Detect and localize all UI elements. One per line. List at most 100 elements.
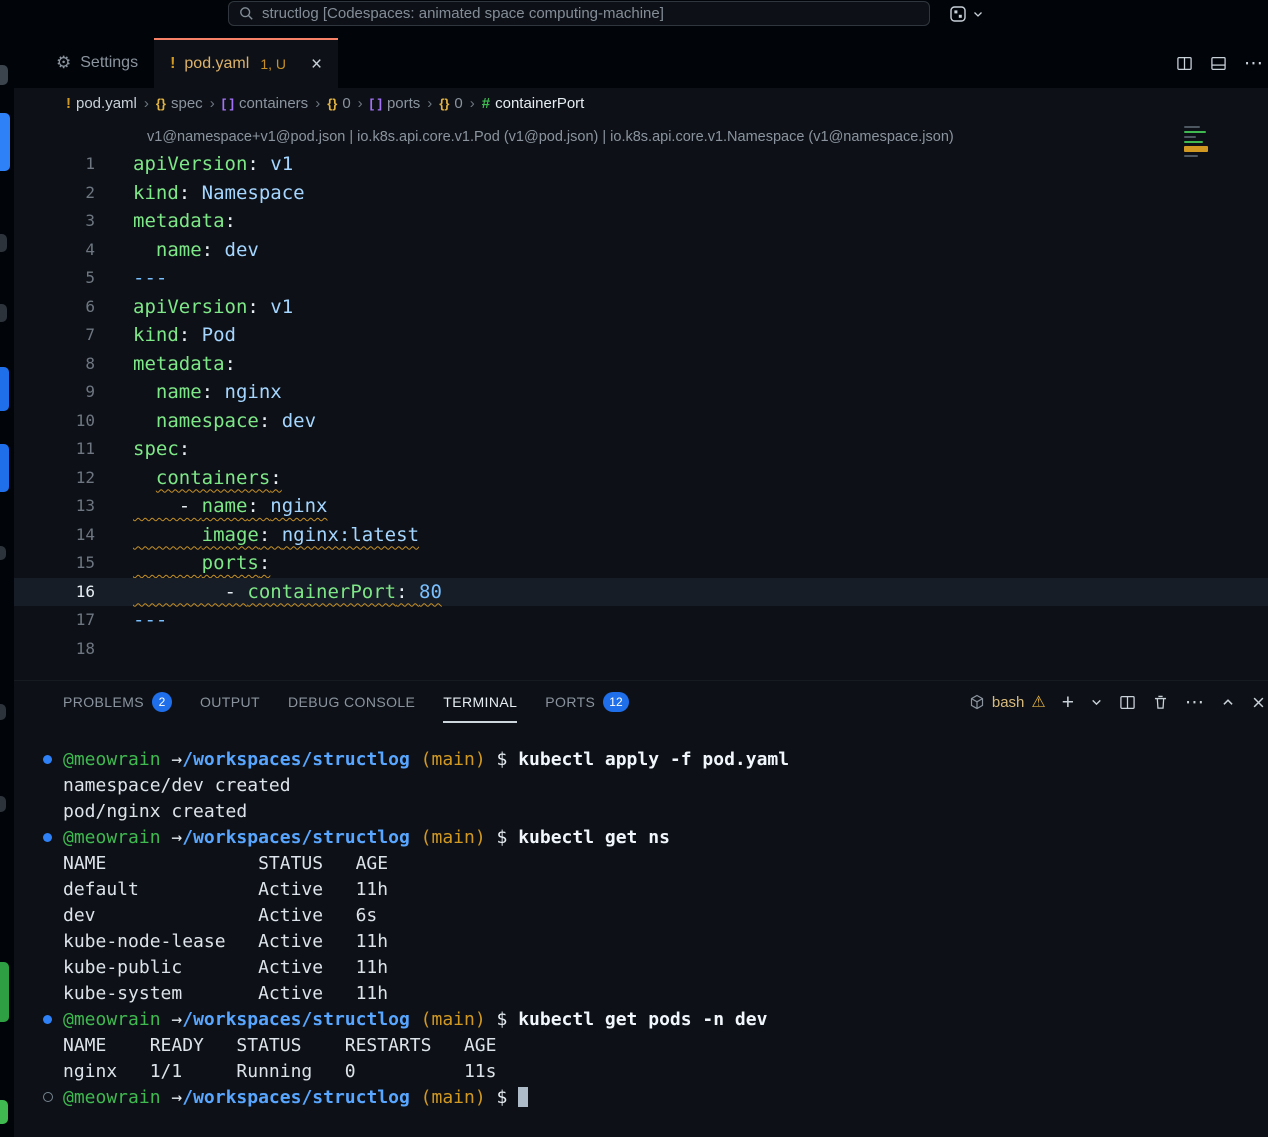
code-line-15[interactable]: 15 ports: [14,549,1268,578]
tab-problem-git-badge: 1, U [260,56,286,72]
code-token: : [202,239,225,261]
command-decoration[interactable] [43,1092,53,1102]
prompt-path: /workspaces/structlog [182,749,410,770]
minimap[interactable] [1184,126,1216,178]
code-token [133,467,156,489]
code-line-14[interactable]: 14 image: nginx:latest [14,521,1268,550]
code-line-13[interactable]: 13 - name: nginx [14,492,1268,521]
code-line-11[interactable]: 11spec: [14,435,1268,464]
object-icon: {} [156,96,166,111]
breadcrumb-item-containerPort[interactable]: #containerPort [482,95,585,112]
line-number: 7 [14,321,95,350]
breadcrumb-separator: › [470,95,475,112]
panel-tab-output[interactable]: OUTPUT [200,681,260,723]
line-content: metadata: [95,350,236,379]
panel-tab-label: PORTS [545,694,595,710]
breadcrumb-item-0[interactable]: {}0 [439,95,462,112]
code-token: apiVersion [133,296,247,318]
breadcrumb-item-0[interactable]: {}0 [327,95,350,112]
line-content: - name: nginx [95,492,328,521]
code-line-12[interactable]: 12 containers: [14,464,1268,493]
codespaces-menu[interactable] [948,2,984,26]
prompt-symbol: $ [486,827,519,848]
panel-more-actions-icon[interactable]: ⋯ [1185,691,1205,714]
panel-tab-debug-console[interactable]: DEBUG CONSOLE [288,681,415,723]
more-actions-icon[interactable]: ⋯ [1244,52,1264,75]
command-center-search[interactable]: structlog [Codespaces: animated space co… [228,1,930,26]
code-line-17[interactable]: 17--- [14,606,1268,635]
array-icon: [ ] [370,96,382,111]
line-content: metadata: [95,207,236,236]
activity-bar-indicator [0,65,8,85]
tab-label: pod.yaml [184,55,249,73]
code-line-6[interactable]: 6apiVersion: v1 [14,293,1268,322]
terminal-shell-tab[interactable]: bash ⚠ [969,692,1046,712]
tab-pod-yaml[interactable]: ! pod.yaml 1, U × [154,38,338,88]
code-token: dev [282,410,316,432]
terminal-prompt-line: @meowrain →/workspaces/structlog (main) … [63,747,1268,773]
output-text: kube-system Active 11h [63,983,388,1004]
code-token: : [225,210,236,232]
split-terminal-icon[interactable] [1119,694,1136,711]
code-token: --- [133,609,167,631]
code-line-16[interactable]: 16 - containerPort: 80 [14,578,1268,607]
activity-bar[interactable] [0,38,14,1137]
layout-panel-icon[interactable] [1210,55,1227,72]
code-line-1[interactable]: 1apiVersion: v1 [14,150,1268,179]
terminal-prompt-line: @meowrain →/workspaces/structlog (main) … [63,1085,1268,1111]
code-line-5[interactable]: 5--- [14,264,1268,293]
command-decoration[interactable] [43,833,52,842]
terminal-output-line: default Active 11h [63,877,1268,903]
breadcrumb-item-ports[interactable]: [ ]ports [370,95,421,112]
terminal-output-line: NAME STATUS AGE [63,851,1268,877]
launch-profile-chevron-icon[interactable] [1090,696,1103,709]
close-panel-icon[interactable] [1251,695,1266,710]
code-line-7[interactable]: 7kind: Pod [14,321,1268,350]
command-decoration[interactable] [43,755,52,764]
panel-tab-ports[interactable]: PORTS 12 [545,681,628,723]
tab-settings[interactable]: ⚙ Settings [40,38,154,88]
code-line-9[interactable]: 9 name: nginx [14,378,1268,407]
code-token: : [259,524,282,546]
code-token: : [247,495,270,517]
code-line-2[interactable]: 2kind: Namespace [14,179,1268,208]
prompt-path: /workspaces/structlog [182,1009,410,1030]
maximize-panel-chevron-up-icon[interactable] [1221,695,1235,709]
terminal-output-line: kube-public Active 11h [63,955,1268,981]
command-text: kubectl apply -f pod.yaml [518,749,789,770]
line-content: --- [95,606,167,635]
close-tab-icon[interactable]: × [311,55,322,74]
yaml-schema-hint[interactable]: v1@namespace+v1@pod.json | io.k8s.api.co… [147,124,1268,150]
minimap-line [1184,141,1203,143]
new-terminal-icon[interactable]: + [1062,692,1074,713]
breadcrumb-item-spec[interactable]: {}spec [156,95,203,112]
code-line-3[interactable]: 3metadata: [14,207,1268,236]
breadcrumb-label: pod.yaml [76,95,137,112]
code-line-10[interactable]: 10 namespace: dev [14,407,1268,436]
terminal-output-line: nginx 1/1 Running 0 11s [63,1059,1268,1085]
editor[interactable]: v1@namespace+v1@pod.json | io.k8s.api.co… [14,118,1268,680]
panel-tab-terminal[interactable]: TERMINAL [443,681,517,723]
tab-label: Settings [80,54,138,72]
panel-tab-problems[interactable]: PROBLEMS2 [63,681,172,723]
prompt-arrow: → [161,827,183,848]
breadcrumb-separator: › [358,95,363,112]
breadcrumb-item-pod.yaml[interactable]: !pod.yaml [66,95,137,112]
breadcrumb-item-containers[interactable]: [ ]containers [222,95,309,112]
command-decoration[interactable] [43,1015,52,1024]
panel-tab-badge: 12 [603,692,628,712]
breadcrumb-separator: › [427,95,432,112]
kill-terminal-trash-icon[interactable] [1152,694,1169,711]
prompt-path: /workspaces/structlog [182,1087,410,1108]
terminal-output-line: pod/nginx created [63,799,1268,825]
code-line-4[interactable]: 4 name: dev [14,236,1268,265]
code-token: name [156,239,202,261]
line-number: 2 [14,179,95,208]
prompt-symbol: $ [486,1087,519,1108]
split-editor-icon[interactable] [1176,55,1193,72]
code-line-8[interactable]: 8metadata: [14,350,1268,379]
prompt-user: @meowrain [63,1087,161,1108]
code-line-18[interactable]: 18 [14,635,1268,664]
terminal-content[interactable]: @meowrain →/workspaces/structlog (main) … [14,723,1268,1137]
panel-tab-label: OUTPUT [200,694,260,710]
